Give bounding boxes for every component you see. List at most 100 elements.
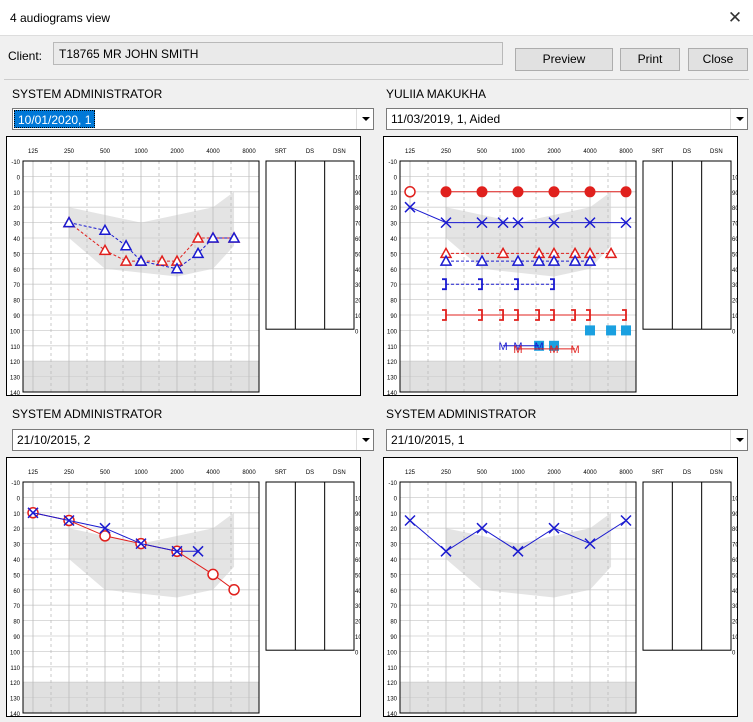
percent-tick-label: 20	[732, 299, 738, 305]
freq-tick-label: 500	[100, 470, 111, 476]
percent-tick-label: 60	[355, 237, 361, 243]
percent-tick-label: 20	[355, 299, 361, 305]
db-tick-label: 60	[390, 268, 397, 274]
db-tick-label: 30	[390, 222, 397, 228]
square-marker	[621, 325, 631, 336]
db-tick-label: 0	[17, 496, 21, 502]
db-tick-label: 60	[13, 268, 20, 274]
m-marker: M	[534, 341, 543, 353]
chevron-down-icon[interactable]	[356, 109, 373, 129]
percent-tick-label: 10	[355, 635, 361, 641]
freq-tick-label: 2000	[170, 149, 184, 155]
filled-circle-marker	[584, 186, 596, 198]
score-header: DS	[306, 470, 314, 476]
filled-circle-marker	[620, 186, 632, 198]
panel-1-user: SYSTEM ADMINISTRATOR	[12, 87, 163, 101]
db-tick-label: 0	[394, 175, 398, 181]
triangle-marker	[604, 246, 618, 259]
db-tick-label: 10	[390, 191, 397, 197]
percent-tick-label: 30	[355, 283, 361, 289]
db-tick-label: 40	[390, 237, 397, 243]
percent-tick-label: 20	[732, 620, 738, 626]
panel-3-session-value: 21/10/2015, 2	[17, 433, 91, 447]
db-tick-label: -10	[11, 481, 20, 487]
close-window-icon[interactable]: ✕	[723, 6, 747, 30]
freq-tick-label: 8000	[619, 470, 633, 476]
percent-tick-label: 0	[732, 329, 736, 335]
percent-tick-label: 0	[355, 329, 359, 335]
audiogram-2: -10 0 10 20 30 40 50 60 70 80 90 100 110 120 130 140 125…	[383, 136, 738, 396]
freq-tick-label: 4000	[206, 470, 220, 476]
percent-tick-label: 90	[732, 512, 738, 518]
audiogram-1: -10 0 10 20 30 40 50 60 70 80 90 100 110 120 130 140 125…	[6, 136, 361, 396]
percent-tick-label: 10	[732, 314, 738, 320]
m-marker: M	[498, 341, 507, 353]
score-header: DSN	[710, 470, 723, 476]
db-tick-label: 130	[10, 376, 21, 382]
db-tick-label: 140	[387, 391, 398, 396]
db-tick-label: 70	[390, 604, 397, 610]
filled-circle-marker	[476, 186, 488, 198]
db-tick-label: 20	[13, 206, 20, 212]
db-tick-label: 80	[390, 620, 397, 626]
separator	[4, 79, 749, 80]
db-tick-label: 140	[10, 391, 21, 396]
panel-1-session-value: 10/01/2020, 1	[14, 110, 96, 128]
percent-tick-label: 60	[732, 237, 738, 243]
preview-button[interactable]: Preview	[515, 48, 613, 71]
score-header: DSN	[333, 149, 346, 155]
square-marker	[606, 325, 617, 336]
percent-tick-label: 80	[355, 206, 361, 212]
panel-2-session-select[interactable]: 11/03/2019, 1, Aided	[386, 108, 748, 130]
db-tick-label: 110	[10, 666, 20, 672]
percent-tick-label: 100	[355, 496, 361, 502]
print-button[interactable]: Print	[620, 48, 680, 71]
percent-tick-label: 50	[355, 573, 361, 579]
freq-tick-label: 500	[100, 149, 111, 155]
db-tick-label: 100	[10, 650, 21, 656]
percent-tick-label: 10	[355, 314, 361, 320]
percent-tick-label: 20	[355, 620, 361, 626]
percent-tick-label: 70	[732, 543, 738, 549]
percent-tick-label: 80	[732, 527, 738, 533]
freq-tick-label: 125	[405, 149, 416, 155]
close-button[interactable]: Close	[688, 48, 748, 71]
percent-tick-label: 60	[355, 558, 361, 564]
audiogram-2-svg: -100102030405060708090100110120130140125…	[387, 149, 738, 396]
score-header: SRT	[275, 149, 287, 155]
audiogram-3: -10 0 10 20 30 40 50 60 70 80 90 100 110 120 130 140 125…	[6, 457, 361, 717]
freq-tick-label: 1000	[511, 149, 525, 155]
db-tick-label: 120	[10, 360, 21, 366]
score-header: DS	[683, 149, 691, 155]
score-header: SRT	[275, 470, 287, 476]
db-tick-label: 20	[13, 527, 20, 533]
audiogram-4-svg: -100102030405060708090100110120130140125…	[387, 470, 738, 716]
db-tick-label: 10	[13, 512, 20, 518]
db-tick-label: 70	[390, 283, 397, 289]
toolbar: Client: T18765 MR JOHN SMITH Preview Pri…	[0, 36, 753, 72]
panel-3-session-select[interactable]: 21/10/2015, 2	[12, 429, 374, 451]
db-tick-label: 120	[10, 681, 21, 687]
panel-1-session-select[interactable]: 10/01/2020, 1	[12, 108, 374, 130]
freq-tick-label: 1000	[134, 470, 148, 476]
percent-tick-label: 50	[732, 573, 738, 579]
db-tick-label: 80	[13, 620, 20, 626]
freq-tick-label: 125	[28, 149, 39, 155]
freq-tick-label: 1000	[511, 470, 525, 476]
window-title: 4 audiograms view	[10, 11, 111, 25]
percent-tick-label: 60	[732, 558, 738, 564]
percent-tick-label: 70	[732, 222, 738, 228]
db-tick-label: 40	[13, 558, 20, 564]
score-table	[642, 481, 732, 651]
panel-4-session-select[interactable]: 21/10/2015, 1	[386, 429, 748, 451]
circle-marker	[207, 568, 219, 581]
score-table	[265, 160, 355, 330]
db-tick-label: 0	[17, 175, 21, 181]
filled-circle-marker	[440, 186, 452, 198]
percent-tick-label: 30	[732, 283, 738, 289]
chevron-down-icon[interactable]	[730, 430, 747, 450]
db-tick-label: 110	[387, 345, 397, 351]
chevron-down-icon[interactable]	[356, 430, 373, 450]
chevron-down-icon[interactable]	[730, 109, 747, 129]
audiogram-3-svg: -100102030405060708090100110120130140125…	[10, 470, 361, 716]
